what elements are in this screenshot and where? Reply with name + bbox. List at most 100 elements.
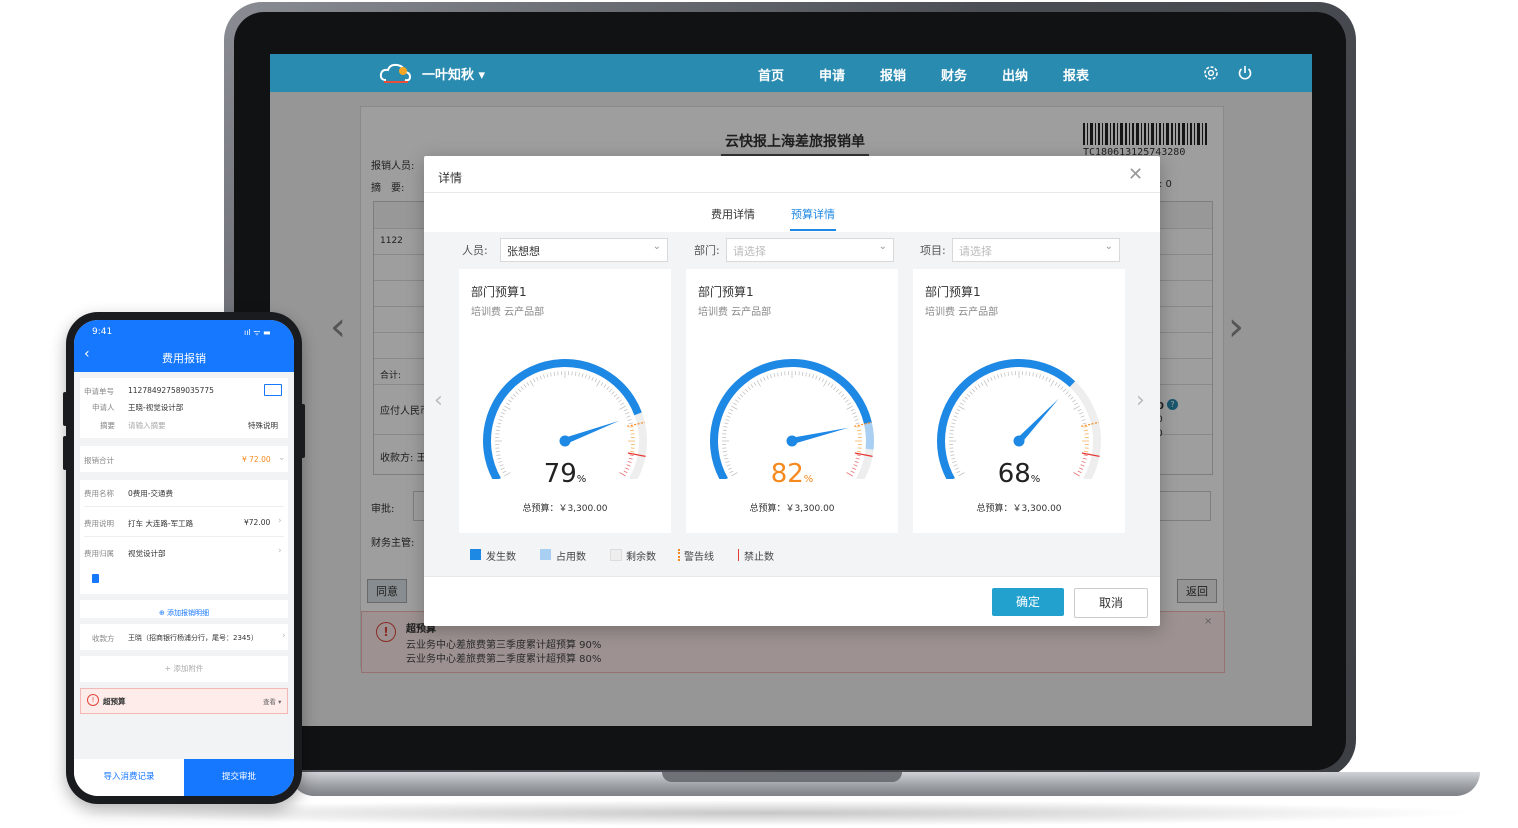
divider [84,536,284,537]
gauge-tick [843,396,847,400]
gauge-tick [812,374,815,379]
gauge-tick [950,426,955,428]
gauge-tick [495,450,500,453]
person-select[interactable]: 张想想 ⌄ [500,238,668,262]
cloud-logo-icon [379,63,412,83]
tab-budget-detail[interactable]: 预算详情 [791,206,835,222]
apply-no-value: 1127849275890357​75 [128,386,214,395]
gauge-tick [1007,371,1010,376]
view-dropdown[interactable]: 查看 ▾ [263,696,281,706]
confirm-button[interactable]: 确定 [992,588,1064,616]
trash-icon[interactable] [92,574,99,583]
gauge-tick [623,408,628,412]
nav-finance[interactable]: 财务 [941,65,967,84]
card-title: 部门预算1 [471,285,527,299]
gauge-tick [827,382,831,386]
chevron-right-icon[interactable]: › [278,546,282,556]
gauge-tick [600,382,604,386]
gauge-tick [1062,388,1067,393]
gauge-tick [1048,378,1052,383]
gauge-tick [1074,402,1078,406]
gauge-tick [977,384,981,388]
tab-expense-detail[interactable]: 费用详情 [711,206,755,222]
prev-card-arrow-icon[interactable]: ‹ [434,388,443,413]
gauge-tick [990,376,993,381]
total-label: 报销合计 [84,456,114,465]
gauge-tick [737,396,741,400]
phone-page-title: 费用报销 [162,352,206,365]
budget-gauge [483,359,647,479]
keyboard-icon[interactable] [264,384,282,396]
nav-home[interactable]: 首页 [758,65,784,84]
gauge-tick [750,384,754,388]
payee-section[interactable]: 收款方 王晓（招商银行杨浦分行，尾号：2345） › [80,624,288,650]
gauge-tick [723,454,728,456]
gauge-tick [766,375,769,380]
legend-swatch [470,549,481,560]
next-card-arrow-icon[interactable]: › [1136,388,1145,413]
gauge-tick [724,422,729,425]
legend-item: 占用数 [540,548,586,563]
special-note-link[interactable]: 特殊说明 [248,420,278,431]
project-select[interactable]: 请选择 ⌄ [952,238,1120,262]
nav-apply[interactable]: 申请 [819,65,845,84]
card-subtitle: 培训费 云产品部 [698,307,772,318]
department-select[interactable]: 请选择 ⌄ [726,238,894,262]
gauge-tick [854,418,859,421]
brand-name: 一叶知秋 [422,68,475,83]
gauge-tick [1065,391,1069,395]
expense-belong-value: 视觉设计部 [128,549,166,558]
nav-reimburse[interactable]: 报销 [880,65,906,84]
nav-cashier[interactable]: 出纳 [1002,65,1028,84]
gear-icon[interactable] [1202,64,1220,82]
gauge-tick [742,391,746,395]
gauge-tick [722,429,727,432]
gauge-tick [747,386,751,390]
project-select-value: 请选择 [959,245,992,258]
brand-dropdown[interactable]: 一叶知秋 ▾ [422,64,485,83]
submit-approval-button[interactable]: 提交审批 [184,759,294,796]
legend-item: 禁止数 [738,548,774,563]
chevron-right-icon[interactable]: › [278,516,282,526]
status-time: 9:41 [92,327,113,337]
legend-label: 禁止数 [744,552,774,563]
gauge-tick [835,388,840,393]
gauge-tick [856,454,861,456]
gauge-tick [618,399,622,403]
payee-value: 王晓（招商银行杨浦分行，尾号：2345） [128,634,258,642]
gauge-tick [725,418,730,421]
total-budget: 总预算：￥3,300.00 [749,504,835,514]
modal-title: 详情 [438,171,463,185]
gauge-tick [1084,450,1089,453]
expense-section: 费用名称 0费用-交通费 费用说明 打车 大连路-军工路 ¥72.00 › 费用… [80,480,288,594]
gauge-tick [763,376,766,381]
phone-screen: 9:41 ııl ᯤ ▬ ‹ 费用报销 申请单号 112784927589035… [74,320,294,796]
total-section[interactable]: 报销合计 ¥ 72.00 ⌄ [80,446,288,472]
gauge-tick [1083,426,1088,428]
department-select-value: 请选择 [733,245,766,258]
import-records-button[interactable]: 导入消费记录 [74,759,184,796]
nav-report[interactable]: 报表 [1063,65,1089,84]
gauge-tick [517,388,522,393]
usage-percent-value: 68 [997,459,1031,489]
cancel-button[interactable]: 取消 [1074,588,1148,618]
add-attachment-button[interactable]: + 添加附件 [80,656,288,682]
add-detail-button[interactable]: ⊕ 添加报销明细 [80,600,288,618]
gauge-tick [627,418,632,421]
gauge-tick [815,375,818,380]
close-icon[interactable]: ✕ [1128,164,1143,185]
total-budget: 总预算：￥3,300.00 [522,504,608,514]
gauge-tick [510,396,514,400]
card-subtitle: 培训费 云产品部 [925,307,999,318]
prev-arrow-icon[interactable]: ‹ [330,304,346,350]
gauge-tick [980,382,984,386]
top-navbar: 一叶知秋 ▾ 首页 申请 报销 财务 出纳 报表 [270,54,1312,92]
gauge-tick [808,373,811,378]
gauge-tick [512,393,517,398]
next-arrow-icon[interactable]: › [1228,304,1244,350]
gauge-tick [625,412,630,415]
power-icon[interactable] [1236,64,1254,82]
summary-input[interactable]: 请输入摘要 [128,420,166,431]
gauge-tick [1084,429,1089,432]
gauge-tick [777,372,779,377]
